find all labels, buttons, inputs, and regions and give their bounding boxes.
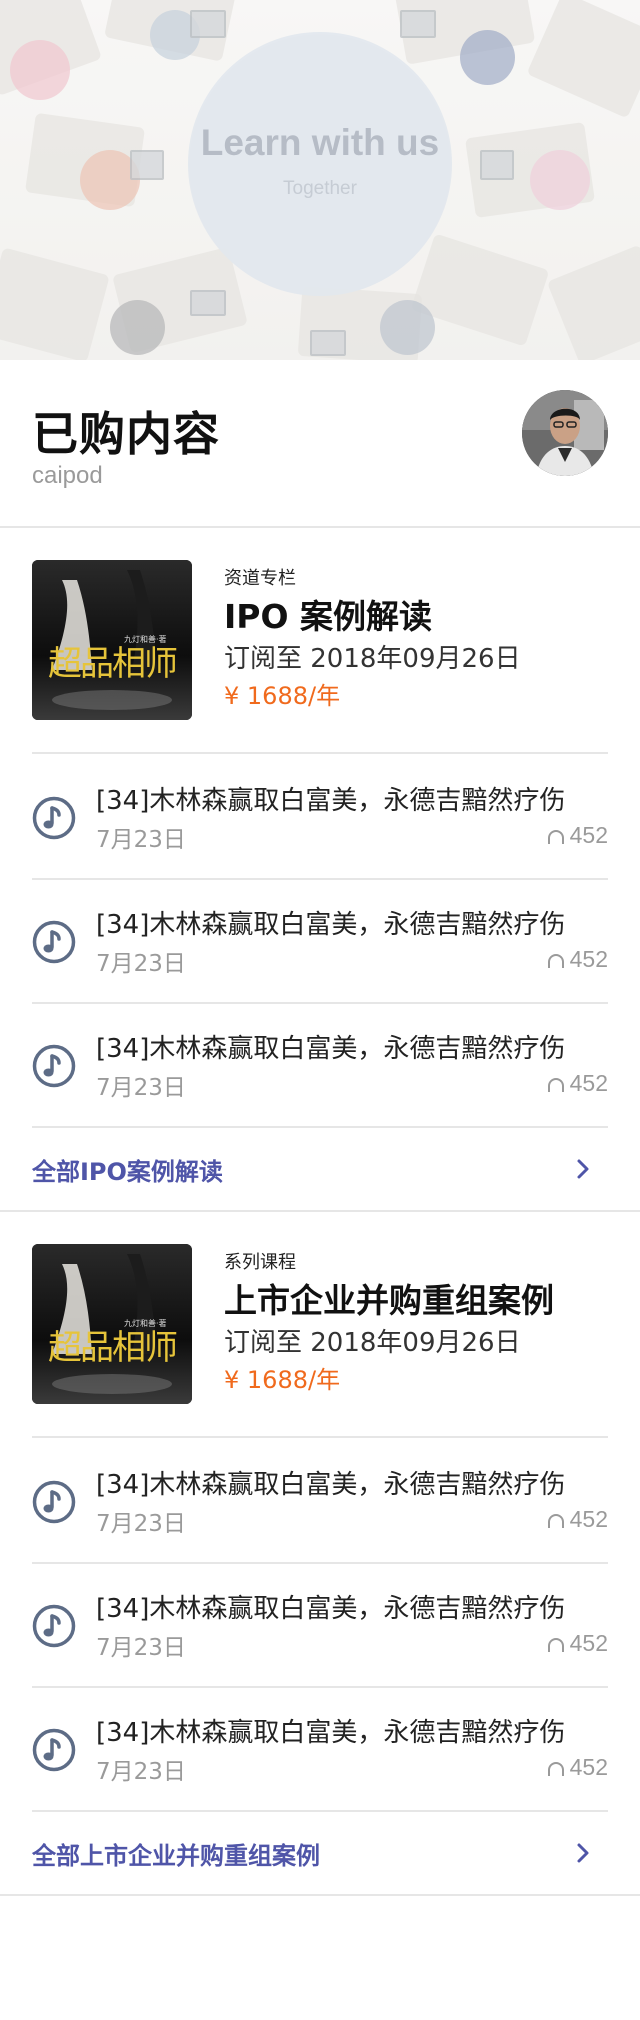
avatar-photo (522, 390, 608, 476)
play-count-value: 452 (569, 1630, 608, 1656)
music-note-icon (32, 920, 76, 964)
chevron-right-icon (577, 1843, 589, 1863)
episode-item[interactable]: [34]木林森赢取白富美，永德吉黯然疗伤 7月23日 452 (32, 878, 608, 1002)
chevron-right-icon (577, 1159, 589, 1179)
view-all-label: 全部上市企业并购重组案例 (32, 1842, 320, 1870)
episode-date: 7月23日 (96, 1511, 186, 1537)
episode-item[interactable]: [34]木林森赢取白富美，永德吉黯然疗伤 7月23日 452 (32, 754, 608, 878)
episode-item[interactable]: [34]木林森赢取白富美，永德吉黯然疗伤 7月23日 452 (32, 1562, 608, 1686)
product-type: 资道专栏 (224, 568, 296, 589)
product-type: 系列课程 (224, 1252, 296, 1273)
play-count-value: 452 (569, 1070, 608, 1096)
view-all-link[interactable]: 全部上市企业并购重组案例 (32, 1812, 608, 1896)
episode-item[interactable]: [34]木林森赢取白富美，永德吉黯然疗伤 7月23日 452 (32, 1438, 608, 1562)
headphones-icon (547, 1514, 564, 1528)
play-count: 452 (547, 1630, 608, 1657)
cover-author: 九灯和善·著 (124, 635, 167, 644)
episode-item[interactable]: [34]木林森赢取白富美，永德吉黯然疗伤 7月23日 452 (32, 1686, 608, 1810)
headphones-icon (547, 954, 564, 968)
music-note-icon (32, 1480, 76, 1524)
page-title: 已购内容 (32, 407, 220, 461)
episode-item[interactable]: [34]木林森赢取白富美，永德吉黯然疗伤 7月23日 452 (32, 1002, 608, 1126)
cover-author: 九灯和善·著 (124, 1319, 167, 1328)
episode-title: [34]木林森赢取白富美，永德吉黯然疗伤 (96, 1594, 566, 1624)
view-all-label: 全部IPO案例解读 (32, 1158, 223, 1186)
subscription-expiry: 订阅至 2018年09月26日 (224, 644, 521, 674)
play-count: 452 (547, 1070, 608, 1097)
hero-title: Learn with us (200, 122, 440, 163)
episode-title: [34]木林森赢取白富美，永德吉黯然疗伤 (96, 910, 566, 940)
purchased-section: 超品相师 九灯和善·著 资道专栏 IPO 案例解读 订阅至 2018年09月26… (0, 528, 640, 1212)
avatar[interactable] (522, 390, 608, 476)
headphones-icon (547, 830, 564, 844)
play-count: 452 (547, 946, 608, 973)
episode-title: [34]木林森赢取白富美，永德吉黯然疗伤 (96, 1718, 566, 1748)
product-card[interactable]: 超品相师 九灯和善·著 系列课程 上市企业并购重组案例 订阅至 2018年09月… (32, 1244, 608, 1404)
product-title: IPO 案例解读 (224, 597, 433, 636)
product-price: ¥ 1688/年 (224, 682, 341, 710)
page-header: 已购内容 caipod (0, 360, 640, 528)
play-count: 452 (547, 1754, 608, 1781)
play-count-value: 452 (569, 946, 608, 972)
play-count-value: 452 (569, 822, 608, 848)
product-price: ¥ 1688/年 (224, 1366, 341, 1394)
episode-title: [34]木林森赢取白富美，永德吉黯然疗伤 (96, 1034, 566, 1064)
hero-banner: Learn with us Together (0, 0, 640, 360)
play-count-value: 452 (569, 1506, 608, 1532)
episode-title: [34]木林森赢取白富美，永德吉黯然疗伤 (96, 1470, 566, 1500)
hero-subtitle: Together (283, 178, 357, 199)
product-cover: 超品相师 九灯和善·著 (32, 1244, 192, 1404)
music-note-icon (32, 1728, 76, 1772)
play-count: 452 (547, 1506, 608, 1533)
episode-date: 7月23日 (96, 1759, 186, 1785)
view-all-link[interactable]: 全部IPO案例解读 (32, 1128, 608, 1212)
episode-date: 7月23日 (96, 1635, 186, 1661)
music-note-icon (32, 1044, 76, 1088)
episode-date: 7月23日 (96, 1075, 186, 1101)
headphones-icon (547, 1638, 564, 1652)
episode-date: 7月23日 (96, 827, 186, 853)
headphones-icon (547, 1762, 564, 1776)
subscription-expiry: 订阅至 2018年09月26日 (224, 1328, 521, 1358)
hero-circle (188, 32, 452, 296)
product-card[interactable]: 超品相师 九灯和善·著 资道专栏 IPO 案例解读 订阅至 2018年09月26… (32, 560, 608, 720)
product-title: 上市企业并购重组案例 (224, 1281, 554, 1320)
product-cover: 超品相师 九灯和善·著 (32, 560, 192, 720)
play-count: 452 (547, 822, 608, 849)
headphones-icon (547, 1078, 564, 1092)
episode-title: [34]木林森赢取白富美，永德吉黯然疗伤 (96, 786, 566, 816)
play-count-value: 452 (569, 1754, 608, 1780)
purchased-section: 超品相师 九灯和善·著 系列课程 上市企业并购重组案例 订阅至 2018年09月… (0, 1212, 640, 1896)
music-note-icon (32, 1604, 76, 1648)
music-note-icon (32, 796, 76, 840)
username: caipod (32, 462, 103, 489)
episode-date: 7月23日 (96, 951, 186, 977)
